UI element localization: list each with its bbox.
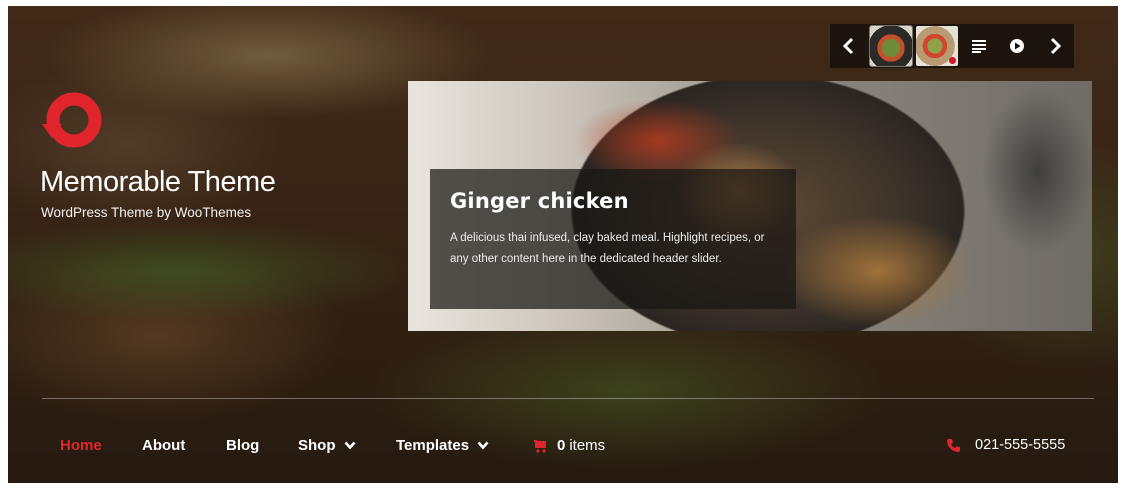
chevron-down-icon (344, 441, 355, 450)
nav-item-label: Blog (226, 437, 260, 454)
nav-item-home[interactable]: Home (60, 437, 102, 454)
slide-image[interactable]: Ginger chicken A delicious thai infused,… (408, 81, 1092, 331)
slide-description: A delicious thai infused, clay baked mea… (450, 232, 765, 265)
nav-item-label: About (142, 437, 186, 454)
play-icon (1010, 39, 1024, 53)
chevron-right-icon (1050, 37, 1062, 55)
main-navigation: Home About Blog Shop Templates 0 items 0… (8, 437, 1118, 461)
text-lines-icon (972, 40, 986, 53)
header-hero: Memorable Theme WordPress Theme by WooTh… (8, 6, 1118, 483)
cart-label: items (569, 437, 606, 454)
nav-item-about[interactable]: About (142, 437, 185, 454)
phone-link[interactable]: 021-555-5555 (946, 437, 1065, 453)
cart-link[interactable]: 0 items (534, 437, 605, 454)
logo-icon[interactable] (40, 84, 108, 152)
phone-number: 021-555-5555 (975, 437, 1066, 453)
cart-count: 0 (557, 437, 566, 454)
site-tagline: WordPress Theme by WooThemes (41, 205, 252, 220)
slide-title[interactable]: Ginger chicken (450, 189, 629, 213)
slide-thumbnail-1[interactable] (869, 25, 913, 67)
slider-text-toggle-button[interactable] (960, 24, 998, 68)
nav-item-shop[interactable]: Shop (298, 437, 356, 454)
chevron-left-icon (842, 37, 854, 55)
slide-caption: Ginger chicken A delicious thai infused,… (430, 169, 796, 309)
cart-icon (534, 439, 546, 453)
nav-item-templates[interactable]: Templates (396, 437, 489, 454)
site-title[interactable]: Memorable Theme (40, 166, 276, 199)
chevron-down-icon (477, 441, 489, 450)
slide-thumbnail-2[interactable] (916, 26, 958, 66)
slider-play-button[interactable] (998, 24, 1036, 68)
nav-item-label: Shop (298, 437, 336, 454)
slider-next-button[interactable] (1036, 24, 1074, 68)
slider-prev-button[interactable] (830, 24, 868, 68)
slider-controls (830, 24, 1074, 68)
phone-icon (947, 438, 960, 452)
nav-item-label: Home (60, 437, 102, 454)
nav-item-blog[interactable]: Blog (226, 437, 259, 454)
nav-item-label: Templates (396, 437, 470, 454)
divider (42, 398, 1094, 399)
